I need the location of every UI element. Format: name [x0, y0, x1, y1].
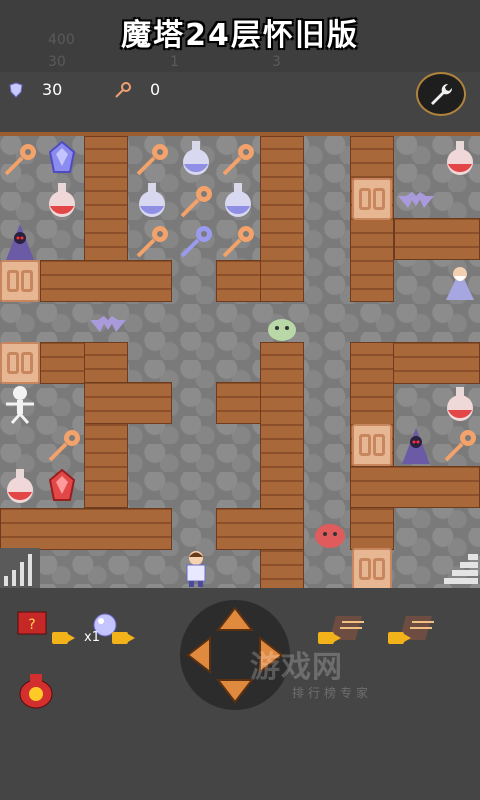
wall	[216, 508, 304, 550]
wall	[84, 342, 128, 508]
stats-bar: 30 0	[0, 72, 480, 132]
arrow-left-icon[interactable]	[186, 635, 211, 675]
arrow-up-icon[interactable]	[215, 606, 255, 631]
red-potion-icon[interactable]	[440, 138, 480, 178]
yellow-door[interactable]	[0, 260, 40, 302]
game-map[interactable]	[0, 132, 480, 592]
stairs-down-icon[interactable]	[0, 548, 40, 588]
green-slime-icon[interactable]	[262, 306, 302, 346]
red-potion-icon[interactable]	[42, 180, 82, 220]
red-gem-icon[interactable]	[42, 466, 82, 506]
wall	[84, 382, 172, 424]
key-item-icon[interactable]	[132, 222, 172, 262]
key-item-icon[interactable]	[132, 140, 172, 180]
wall	[350, 466, 480, 508]
hero-icon[interactable]	[176, 548, 216, 588]
blue-key-item-icon[interactable]	[176, 222, 216, 262]
svg-text:?: ?	[28, 617, 35, 633]
wall	[40, 260, 172, 302]
key-item-icon[interactable]	[218, 140, 258, 180]
defense-stat: 30	[8, 80, 62, 99]
red-potion-icon[interactable]	[440, 384, 480, 424]
video-ad-icon[interactable]	[52, 632, 75, 644]
key-icon	[115, 81, 131, 98]
yellow-door[interactable]	[0, 342, 40, 384]
dark-wizard-icon[interactable]	[0, 222, 40, 262]
wall	[260, 342, 304, 592]
key-stat: 0	[114, 80, 160, 99]
monster-manual-icon[interactable]: ?	[16, 606, 50, 640]
video-ad-icon[interactable]	[112, 632, 135, 644]
ghost-stat-atk: 30	[48, 54, 66, 70]
wall	[0, 508, 172, 550]
key-item-icon[interactable]	[176, 182, 216, 222]
title-bar: 400 30 1 3 魔塔24层怀旧版	[0, 0, 480, 72]
key-item-icon[interactable]	[0, 140, 40, 180]
yellow-door[interactable]	[352, 548, 392, 590]
yellow-door[interactable]	[352, 178, 392, 220]
key-item-icon[interactable]	[440, 426, 480, 466]
arrow-down-icon[interactable]	[215, 679, 255, 704]
yellow-door[interactable]	[352, 424, 392, 466]
red-potion-icon[interactable]	[0, 466, 40, 506]
blue-gem-icon[interactable]	[42, 138, 82, 178]
watermark-subtext: 排行榜专家	[292, 686, 373, 700]
lucky-bag-icon[interactable]	[16, 668, 56, 710]
orb-count: x1	[84, 630, 100, 645]
skeleton-icon[interactable]	[0, 384, 40, 424]
wall	[260, 136, 304, 302]
bat-icon[interactable]	[396, 182, 436, 222]
video-ad-icon[interactable]	[388, 632, 411, 644]
blue-potion-icon[interactable]	[218, 180, 258, 220]
ghost-stat-keys: 3	[272, 54, 281, 70]
key-item-icon[interactable]	[44, 426, 84, 466]
stairs-up-icon[interactable]	[440, 548, 480, 588]
blue-potion-icon[interactable]	[132, 180, 172, 220]
wall	[394, 218, 480, 260]
settings-button[interactable]	[416, 72, 466, 116]
key-value: 0	[150, 80, 161, 99]
game-title: 魔塔24层怀旧版	[121, 18, 359, 53]
red-slime-icon[interactable]	[310, 512, 350, 552]
defense-value: 30	[42, 80, 63, 99]
old-sage-icon[interactable]	[440, 262, 480, 302]
bat-icon[interactable]	[88, 306, 128, 346]
dark-wizard-icon[interactable]	[396, 426, 436, 466]
wrench-icon	[431, 83, 453, 105]
watermark-text: 游戏网	[250, 650, 343, 685]
blue-potion-icon[interactable]	[176, 138, 216, 178]
shield-icon	[9, 81, 23, 98]
key-item-icon[interactable]	[218, 222, 258, 262]
ghost-stat-level: 1	[170, 54, 179, 70]
